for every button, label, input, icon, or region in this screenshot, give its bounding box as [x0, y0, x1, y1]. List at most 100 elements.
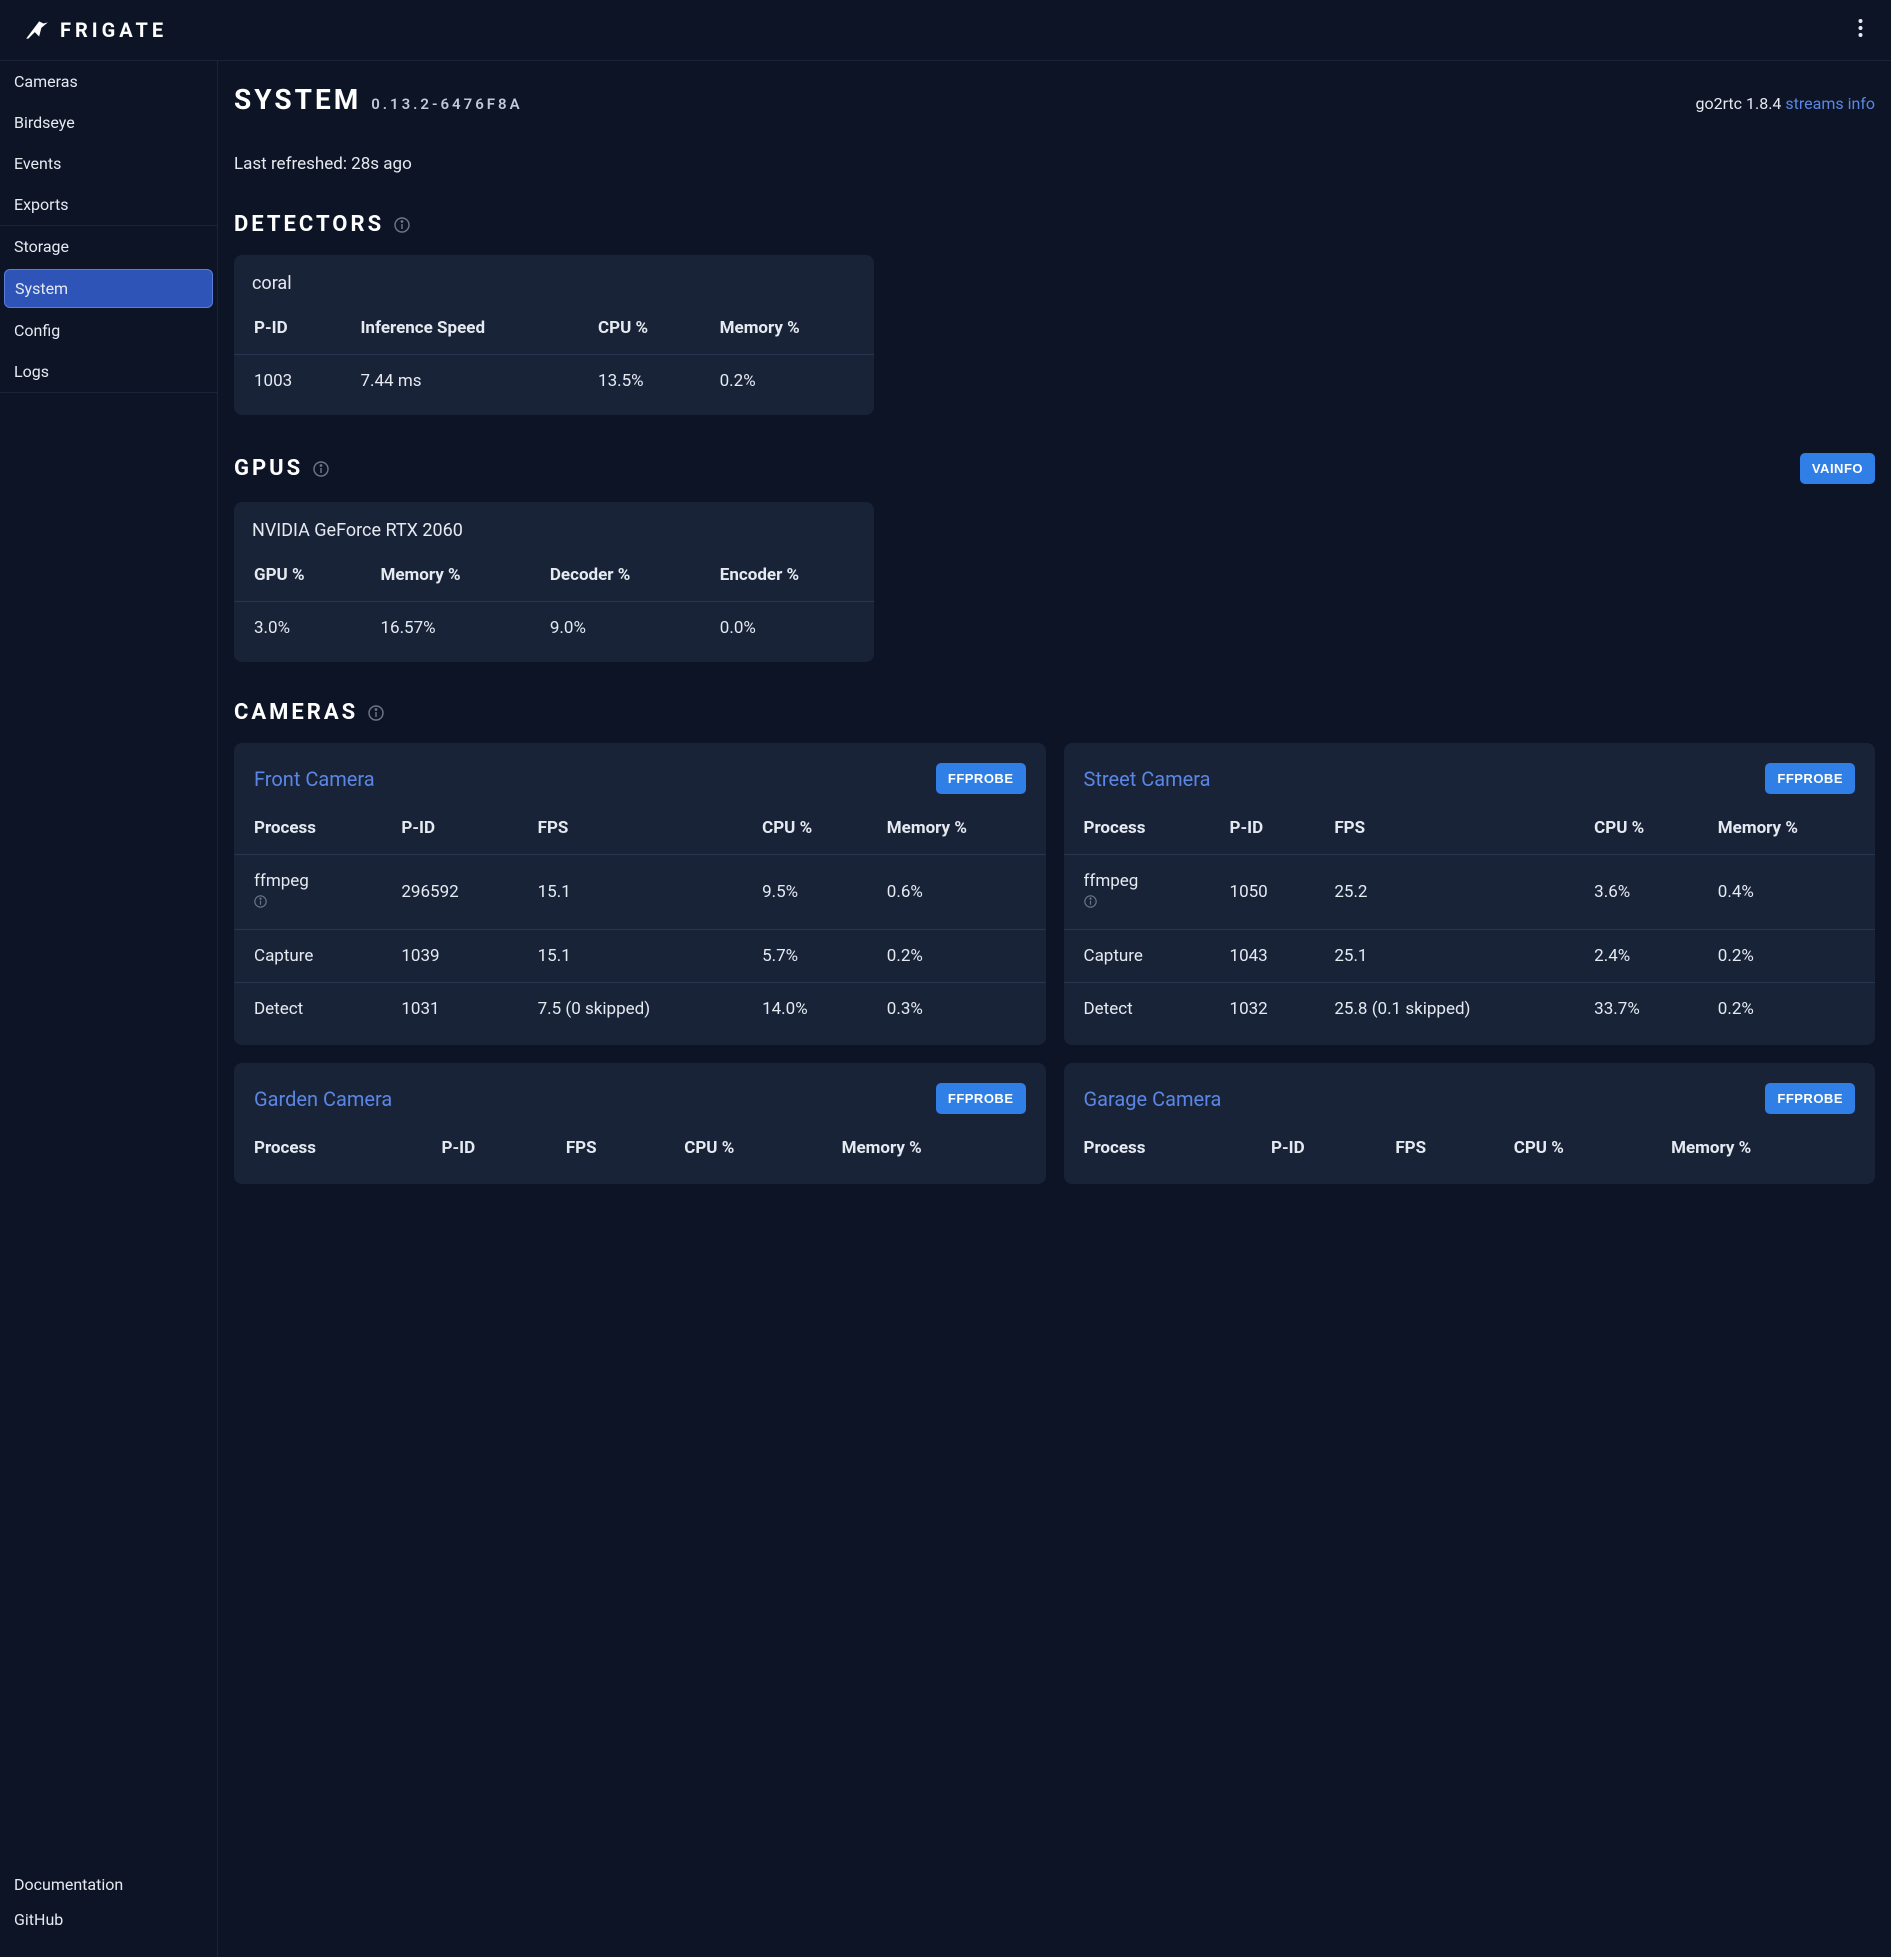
cell: 1043: [1216, 930, 1321, 983]
footer-link-github[interactable]: GitHub: [0, 1902, 217, 1937]
cell: 16.57%: [366, 602, 535, 655]
process-cell: ffmpeg: [1064, 855, 1216, 930]
cell: 1032: [1216, 983, 1321, 1036]
ffprobe-button[interactable]: FFPROBE: [1765, 763, 1855, 794]
col-header: Memory %: [828, 1122, 1046, 1174]
camera-name-link[interactable]: Garden Camera: [254, 1087, 392, 1111]
cell: 0.2%: [1704, 983, 1875, 1036]
sidebar-item-birdseye[interactable]: Birdseye: [0, 102, 217, 143]
cell: 1039: [387, 930, 523, 983]
detector-card: coralP-IDInference SpeedCPU %Memory %100…: [234, 255, 874, 415]
col-header: FPS: [552, 1122, 670, 1174]
col-header: P-ID: [1257, 1122, 1381, 1174]
sidebar-item-system[interactable]: System: [4, 269, 213, 308]
col-header: Inference Speed: [346, 302, 584, 355]
col-header: CPU %: [1500, 1122, 1657, 1174]
camera-card: Garden Camera FFPROBE ProcessP-IDFPSCPU %M…: [234, 1063, 1046, 1184]
col-header: Process: [234, 802, 387, 855]
cell: 0.2%: [706, 355, 874, 408]
cell: 1031: [387, 983, 523, 1036]
cell: 25.8 (0.1 skipped): [1320, 983, 1580, 1036]
cell: 2.4%: [1580, 930, 1704, 983]
go2rtc-version: go2rtc 1.8.4: [1696, 94, 1782, 113]
col-header: P-ID: [1216, 802, 1321, 855]
col-header: Process: [1064, 802, 1216, 855]
cell: 14.0%: [748, 983, 873, 1036]
col-header: Process: [1064, 1122, 1258, 1174]
camera-card: Front CameraFFPROBEProcessP-IDFPSCPU %Me…: [234, 743, 1046, 1045]
camera-card: Garage CameraFFPROBEProcessP-IDFPSCPU %M…: [1064, 1063, 1876, 1184]
main-content: SYSTEM 0.13.2-6476F8A go2rtc 1.8.4 strea…: [218, 61, 1891, 1957]
streams-info-link[interactable]: streams info: [1785, 94, 1875, 113]
camera-name-link[interactable]: Street Camera: [1084, 767, 1211, 791]
cell: 296592: [387, 855, 523, 930]
col-header: P-ID: [234, 302, 346, 355]
col-header: CPU %: [584, 302, 706, 355]
sidebar-item-exports[interactable]: Exports: [0, 184, 217, 225]
page-title: SYSTEM: [234, 83, 361, 116]
col-header: P-ID: [428, 1122, 552, 1174]
cell: 15.1: [524, 855, 748, 930]
col-header: CPU %: [748, 802, 873, 855]
cell: 7.44 ms: [346, 355, 584, 408]
col-header: Process: [234, 1122, 428, 1174]
col-header: Decoder %: [536, 549, 706, 602]
cell: 0.4%: [1704, 855, 1875, 930]
cell: 0.2%: [1704, 930, 1875, 983]
info-icon[interactable]: [313, 461, 329, 477]
info-icon[interactable]: [368, 705, 384, 721]
gpu-card: NVIDIA GeForce RTX 2060GPU %Memory %Deco…: [234, 502, 874, 662]
last-refreshed: Last refreshed: 28s ago: [234, 154, 1875, 174]
col-header: CPU %: [1580, 802, 1704, 855]
camera-name-link[interactable]: Garage Camera: [1084, 1087, 1222, 1111]
sidebar-item-storage[interactable]: Storage: [0, 226, 217, 267]
sidebar-item-events[interactable]: Events: [0, 143, 217, 184]
info-icon[interactable]: [254, 895, 267, 908]
process-cell: Capture: [1064, 930, 1216, 983]
info-icon[interactable]: [394, 217, 410, 233]
frigate-logo-icon: [24, 17, 50, 43]
sidebar: CamerasBirdseyeEventsExports StorageSyst…: [0, 61, 218, 1957]
camera-card: Street CameraFFPROBEProcessP-IDFPSCPU %M…: [1064, 743, 1876, 1045]
col-header: Encoder %: [706, 549, 874, 602]
col-header: Memory %: [366, 549, 535, 602]
footer-link-documentation[interactable]: Documentation: [0, 1867, 217, 1902]
process-cell: Capture: [234, 930, 387, 983]
version-label: 0.13.2-6476F8A: [371, 95, 522, 113]
cell: 9.0%: [536, 602, 706, 655]
col-header: Memory %: [1704, 802, 1875, 855]
process-cell: ffmpeg: [234, 855, 387, 930]
info-icon[interactable]: [1084, 895, 1097, 908]
more-menu-icon[interactable]: [1854, 14, 1867, 46]
process-cell: Detect: [1064, 983, 1216, 1036]
cell: 0.3%: [873, 983, 1046, 1036]
sidebar-item-logs[interactable]: Logs: [0, 351, 217, 392]
ffprobe-button[interactable]: FFPROBE: [936, 763, 1026, 794]
col-header: P-ID: [387, 802, 523, 855]
cameras-heading: CAMERAS: [234, 700, 358, 725]
vainfo-button[interactable]: VAINFO: [1800, 453, 1875, 484]
cell: 0.0%: [706, 602, 874, 655]
logo[interactable]: FRIGATE: [24, 17, 167, 43]
sidebar-item-config[interactable]: Config: [0, 310, 217, 351]
cell: 25.2: [1320, 855, 1580, 930]
ffprobe-button[interactable]: FFPROBE: [936, 1083, 1026, 1114]
cell: 3.0%: [234, 602, 366, 655]
gpus-heading: GPUS: [234, 456, 303, 481]
topbar: FRIGATE: [0, 0, 1891, 61]
cell: 7.5 (0 skipped): [524, 983, 748, 1036]
cell: 1050: [1216, 855, 1321, 930]
camera-name-link[interactable]: Front Camera: [254, 767, 375, 791]
ffprobe-button[interactable]: FFPROBE: [1765, 1083, 1855, 1114]
detector-name: coral: [234, 273, 874, 302]
col-header: Memory %: [1657, 1122, 1875, 1174]
cell: 0.2%: [873, 930, 1046, 983]
col-header: CPU %: [670, 1122, 827, 1174]
col-header: Memory %: [706, 302, 874, 355]
cell: 25.1: [1320, 930, 1580, 983]
sidebar-item-cameras[interactable]: Cameras: [0, 61, 217, 102]
col-header: Memory %: [873, 802, 1046, 855]
process-cell: Detect: [234, 983, 387, 1036]
cell: 15.1: [524, 930, 748, 983]
cell: 3.6%: [1580, 855, 1704, 930]
